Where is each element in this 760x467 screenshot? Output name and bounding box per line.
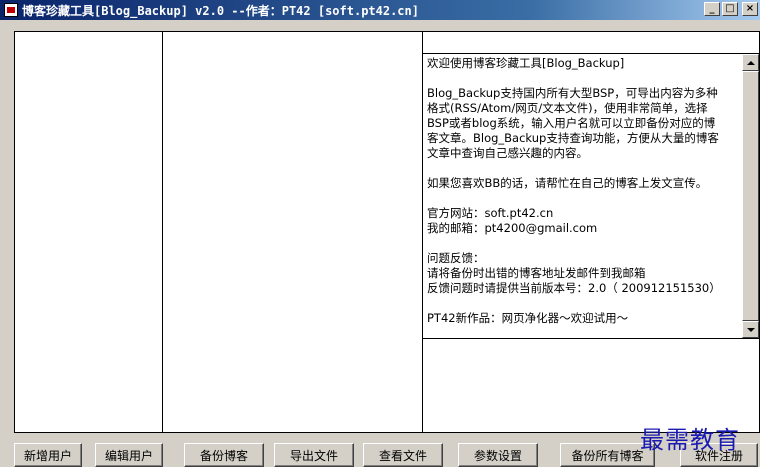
add-user-button[interactable]: 新增用户 — [14, 443, 82, 467]
info-line: PT42新作品：网页净化器～欢迎试用～ — [427, 311, 629, 325]
article-list-panel[interactable] — [162, 31, 423, 433]
user-list-panel[interactable] — [14, 31, 163, 433]
info-line: 官方网站：soft.pt42.cn — [427, 206, 554, 220]
maximize-button[interactable]: □ — [722, 2, 738, 16]
view-file-button[interactable]: 查看文件 — [363, 443, 443, 467]
scroll-down-button[interactable] — [742, 321, 759, 338]
app-icon — [4, 3, 18, 17]
arrow-up-icon — [746, 60, 755, 65]
scroll-thumb[interactable] — [742, 71, 759, 321]
watermark-text: 最需教育 — [640, 426, 740, 454]
info-line: BSP或者blog系统，输入用户名就可以立即备份对应的博 — [427, 116, 716, 130]
title-bar[interactable]: 博客珍藏工具[Blog_Backup] v2.0 --作者：PT42 [soft… — [0, 0, 760, 20]
info-line: 请将备份时出错的博客地址发邮件到我邮箱 — [427, 266, 646, 280]
info-line: Blog_Backup支持国内所有大型BSP，可导出内容为多种 — [427, 86, 718, 100]
minimize-button[interactable]: _ — [704, 2, 720, 16]
arrow-down-icon — [746, 327, 755, 332]
scroll-up-button[interactable] — [742, 54, 759, 71]
info-line: 我的邮箱：pt4200@gmail.com — [427, 221, 598, 235]
window-title: 博客珍藏工具[Blog_Backup] v2.0 --作者：PT42 [soft… — [22, 3, 419, 18]
info-line: 欢迎使用博客珍藏工具[Blog_Backup] — [427, 56, 625, 70]
info-text: 欢迎使用博客珍藏工具[Blog_Backup] Blog_Backup支持国内所… — [427, 56, 741, 326]
content-header — [423, 32, 759, 54]
info-line: 文章中查询自己感兴趣的内容。 — [427, 146, 588, 160]
edit-user-button[interactable]: 编辑用户 — [95, 443, 163, 467]
info-line: 反馈问题时请提供当前版本号：2.0（ 200912151530） — [427, 281, 721, 295]
close-button[interactable]: × — [742, 2, 758, 16]
info-line: 问题反馈： — [427, 251, 485, 265]
export-file-button[interactable]: 导出文件 — [274, 443, 354, 467]
info-textarea[interactable]: 欢迎使用博客珍藏工具[Blog_Backup] Blog_Backup支持国内所… — [422, 53, 760, 339]
settings-button[interactable]: 参数设置 — [458, 443, 538, 467]
vertical-scrollbar[interactable] — [742, 54, 759, 338]
backup-blog-button[interactable]: 备份博客 — [184, 443, 264, 467]
info-line: 客文章。Blog_Backup支持查询功能，方便从大量的博客 — [427, 131, 719, 145]
window-controls: _ □ × — [704, 2, 758, 16]
info-line: 如果您喜欢BB的话，请帮忙在自己的博客上发文宣传。 — [427, 176, 708, 190]
info-line: 格式(RSS/Atom/网页/文本文件)，使用非常简单，选择 — [427, 101, 708, 115]
